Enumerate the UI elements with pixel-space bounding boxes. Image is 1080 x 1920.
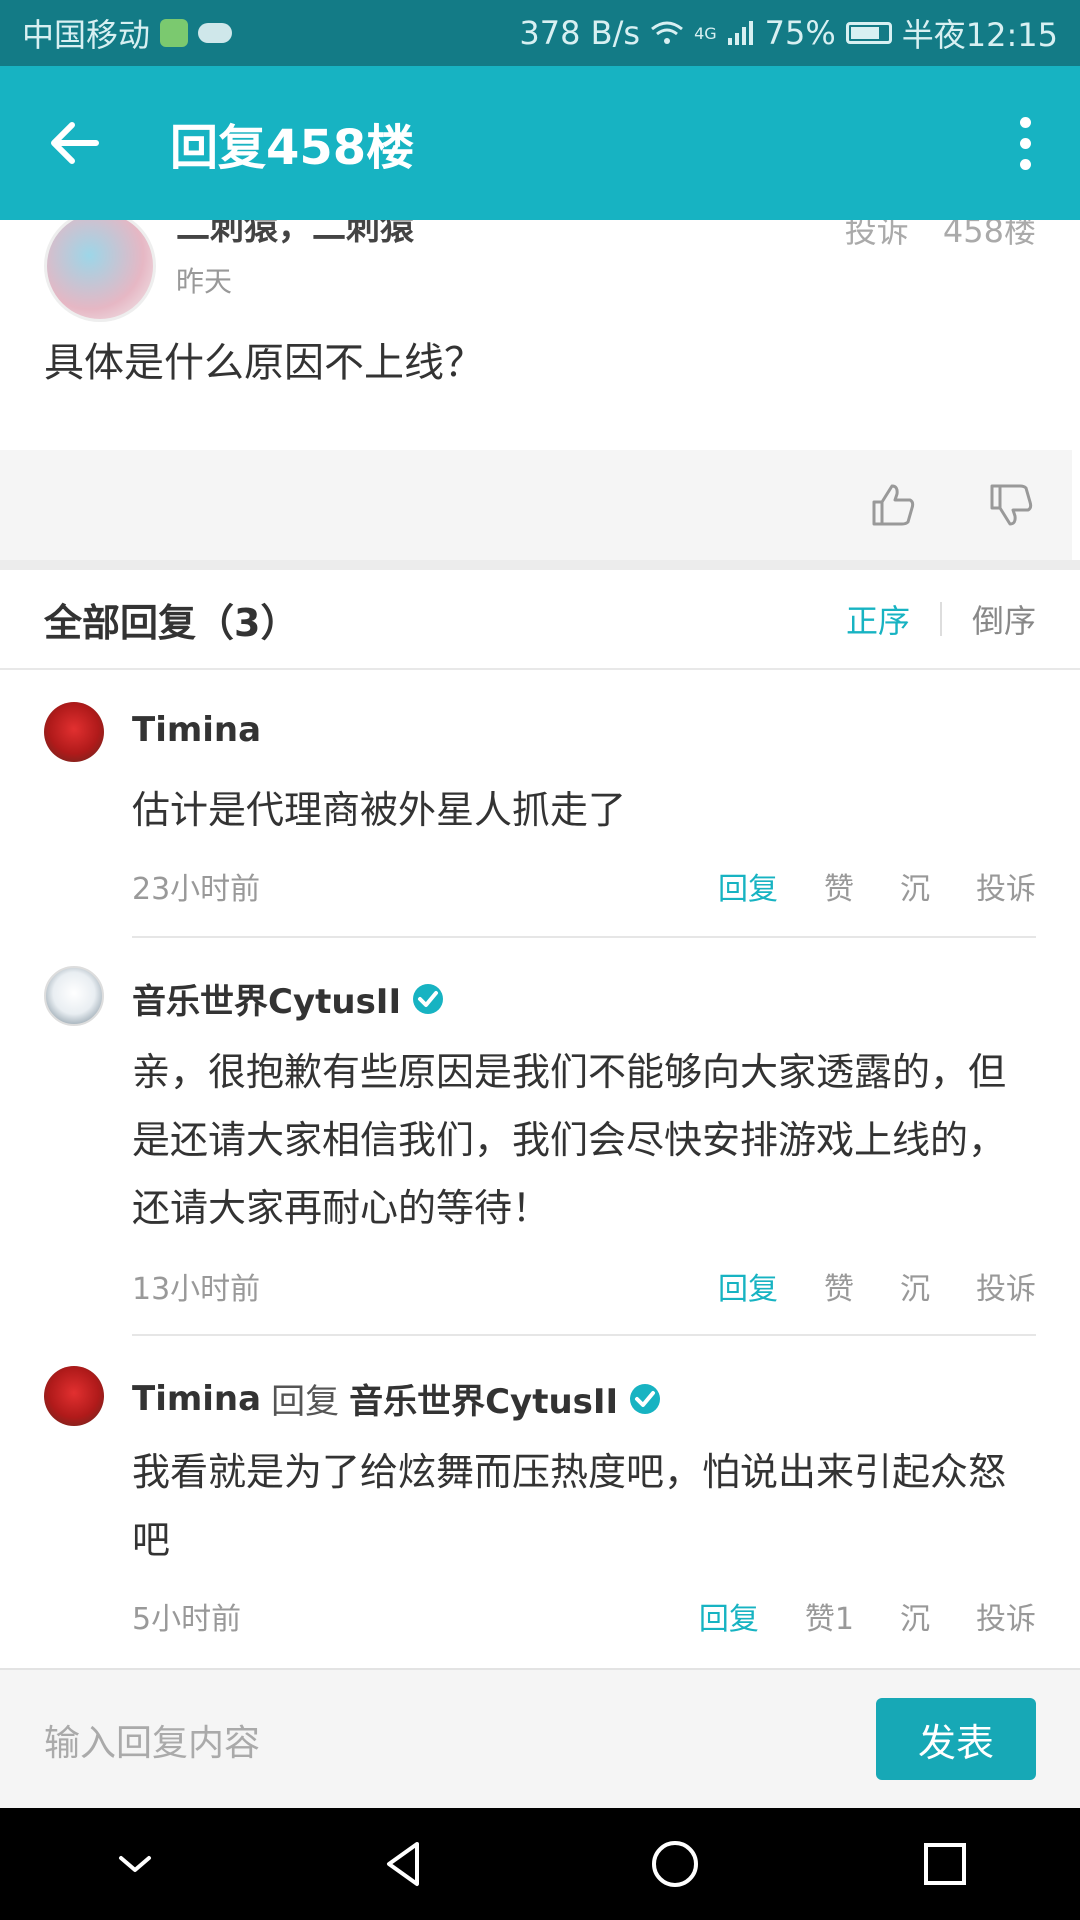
sort-descending-button[interactable]: 倒序 bbox=[972, 596, 1036, 642]
sort-toggle: 正序 倒序 bbox=[846, 596, 1036, 642]
like-button[interactable]: 赞 bbox=[824, 864, 854, 908]
replies-header: 全部回复（3） 正序 倒序 bbox=[0, 570, 1080, 670]
verified-check-icon bbox=[413, 983, 444, 1014]
post-time: 昨天 bbox=[176, 265, 233, 298]
section-divider bbox=[0, 560, 1080, 570]
triangle-back-icon[interactable] bbox=[377, 1836, 433, 1892]
reply-meta: 13小时前 回复 赞 沉 投诉 bbox=[132, 1264, 1036, 1308]
thumb-up-icon[interactable] bbox=[870, 482, 916, 528]
post-action-bar bbox=[0, 450, 1072, 560]
app-bar: 回复458楼 bbox=[0, 66, 1080, 220]
reply-text: 估计是代理商被外星人抓走了 bbox=[132, 788, 627, 832]
sink-button[interactable]: 沉 bbox=[900, 1264, 930, 1308]
report-button[interactable]: 投诉 bbox=[976, 1594, 1036, 1638]
replies-count-label: 全部回复（3） bbox=[44, 600, 299, 645]
verified-check-icon bbox=[630, 1383, 661, 1414]
carrier-label: 中国移动 bbox=[22, 16, 151, 54]
reply-user-name[interactable]: 音乐世界CytusII bbox=[132, 974, 401, 1023]
reply-avatar[interactable] bbox=[44, 702, 104, 762]
like-button[interactable]: 赞1 bbox=[805, 1594, 854, 1638]
reply-time: 5小时前 bbox=[132, 1602, 242, 1637]
battery-percent: 75% bbox=[764, 14, 836, 52]
report-button[interactable]: 投诉 bbox=[976, 1264, 1036, 1308]
network-speed: 378 B/s bbox=[519, 14, 641, 52]
sink-button[interactable]: 沉 bbox=[900, 864, 930, 908]
page-title: 回复458楼 bbox=[170, 120, 415, 176]
circle-home-icon[interactable] bbox=[647, 1836, 703, 1892]
post-author-avatar[interactable] bbox=[44, 210, 156, 322]
network-type: 4G bbox=[694, 23, 717, 43]
reply-meta: 5小时前 回复 赞1 沉 投诉 bbox=[132, 1594, 1036, 1638]
reply-button[interactable]: 回复 bbox=[699, 1594, 759, 1638]
reply-username: 音乐世界CytusII bbox=[132, 974, 445, 1023]
reply-time: 23小时前 bbox=[132, 872, 261, 907]
like-button[interactable]: 赞 bbox=[824, 1264, 854, 1308]
reply-avatar[interactable] bbox=[44, 1366, 104, 1426]
battery-icon bbox=[845, 22, 892, 44]
signal-icon bbox=[727, 21, 753, 45]
clock: 半夜12:15 bbox=[901, 16, 1058, 54]
send-button[interactable]: 发表 bbox=[876, 1698, 1036, 1780]
sort-ascending-button[interactable]: 正序 bbox=[846, 596, 910, 642]
status-bar: 中国移动 378 B/s 4G 75% 半夜12:15 bbox=[0, 0, 1080, 66]
reply-input[interactable]: 输入回复内容 bbox=[44, 1714, 260, 1766]
sink-button[interactable]: 沉 bbox=[900, 1594, 930, 1638]
cloud-icon bbox=[198, 23, 233, 43]
reply-user-name[interactable]: Timina bbox=[132, 1379, 261, 1419]
reply-username: Timina bbox=[132, 710, 261, 750]
post-content: 具体是什么原因不上线？ bbox=[44, 340, 484, 386]
back-button[interactable] bbox=[40, 108, 110, 178]
reply-text: 我看就是为了给炫舞而压热度吧，怕说出来引起众怒吧 bbox=[132, 1450, 1007, 1562]
thumb-down-icon[interactable] bbox=[988, 482, 1034, 528]
sort-divider bbox=[939, 602, 942, 636]
app-notification-icon bbox=[160, 19, 189, 47]
reply-button[interactable]: 回复 bbox=[718, 1264, 778, 1308]
reply-text: 亲，很抱歉有些原因是我们不能够向大家透露的，但是还请大家相信我们，我们会尽快安排… bbox=[132, 1050, 1007, 1230]
reply-composer: 输入回复内容 发表 bbox=[0, 1668, 1080, 1808]
square-recent-icon[interactable] bbox=[917, 1836, 973, 1892]
report-button[interactable]: 投诉 bbox=[976, 864, 1036, 908]
more-vert-icon[interactable] bbox=[1010, 116, 1040, 170]
reply-time: 13小时前 bbox=[132, 1272, 261, 1307]
arrow-left-icon bbox=[51, 122, 99, 164]
reply-button[interactable]: 回复 bbox=[718, 864, 778, 908]
reply-user-name[interactable]: Timina bbox=[132, 710, 261, 750]
wifi-icon bbox=[651, 21, 683, 44]
reply-to-word: 回复 bbox=[271, 1382, 340, 1422]
chevron-down-icon[interactable] bbox=[107, 1836, 163, 1892]
system-nav-bar bbox=[0, 1808, 1080, 1920]
reply-divider bbox=[132, 936, 1036, 938]
reply-avatar[interactable] bbox=[44, 966, 104, 1026]
reply-divider bbox=[132, 1334, 1036, 1336]
reply-meta: 23小时前 回复 赞 沉 投诉 bbox=[132, 864, 1036, 908]
reply-target-name[interactable]: 音乐世界CytusII bbox=[349, 1374, 618, 1423]
reply-username: Timina 回复 音乐世界CytusII bbox=[132, 1374, 662, 1423]
